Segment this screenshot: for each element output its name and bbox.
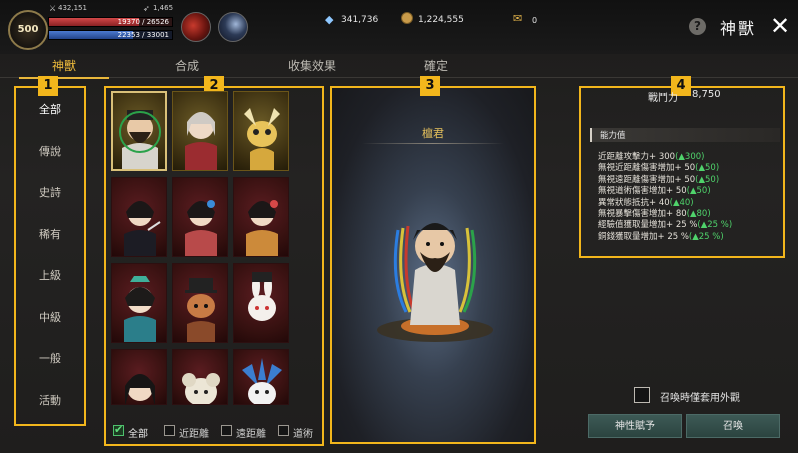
- stat-line: 無視遠距離傷害增加+ 50(▲50): [598, 174, 720, 185]
- annotation-label-1: 1: [38, 76, 58, 96]
- hp-text: 19370 / 26526: [117, 18, 169, 26]
- beast-card[interactable]: [172, 177, 228, 257]
- category-normal[interactable]: 一般: [18, 350, 82, 366]
- category-advanced[interactable]: 上級: [18, 267, 82, 283]
- category-all[interactable]: 全部: [18, 101, 82, 117]
- coin-icon: [401, 12, 413, 24]
- tab-bar: 神獸 合成 收集效果 確定: [0, 54, 798, 79]
- beast-card[interactable]: [233, 263, 289, 343]
- stats-list: 近距離攻擊力+ 300(▲300) 無視近距離傷害增加+ 50(▲50) 無視遠…: [598, 152, 778, 243]
- sword-icon: ⚔: [49, 4, 57, 13]
- beast-figure: [377, 223, 493, 342]
- diamond-icon: ◆: [325, 13, 334, 26]
- annotation-box-1: [14, 86, 86, 426]
- combat-power-label: 戰鬥力: [648, 93, 678, 104]
- filter-all-checkbox[interactable]: ✔: [113, 423, 124, 436]
- beast-name: 檀君: [422, 127, 444, 140]
- beast-card[interactable]: [233, 349, 289, 405]
- appearance-only-label: 召喚時僅套用外觀: [660, 393, 740, 404]
- filter-ranged-label: 遠距離: [236, 429, 266, 440]
- category-epic[interactable]: 史詩: [18, 184, 82, 200]
- diamond-value: 341,736: [341, 15, 379, 25]
- tab-beast[interactable]: 神獸: [4, 54, 124, 79]
- arrow-icon: ➶: [143, 4, 150, 13]
- stat-line: 異常狀態抵抗+ 40(▲40): [598, 197, 694, 208]
- beast-card[interactable]: [233, 177, 289, 257]
- stat-line: 無視暴擊傷害增加+ 80(▲80): [598, 209, 711, 220]
- stat-line: 近距離攻擊力+ 300(▲300): [598, 152, 705, 162]
- close-icon[interactable]: ✕: [768, 12, 792, 40]
- filter-all-label: 全部: [128, 429, 148, 440]
- category-rare[interactable]: 稀有: [18, 226, 82, 242]
- skill-icon[interactable]: [218, 12, 248, 42]
- beast-card[interactable]: [111, 91, 167, 171]
- top-bar: 500 ⚔ 432,151 ➶ 1,465 19370 / 26526 2235…: [0, 0, 798, 54]
- appearance-only-checkbox[interactable]: [634, 387, 650, 403]
- ticket-value: 0: [532, 16, 538, 25]
- page-title: 神獸: [720, 19, 757, 38]
- filter-melee-checkbox[interactable]: [164, 425, 175, 436]
- skill-icon[interactable]: [181, 12, 211, 42]
- category-legend[interactable]: 傳說: [18, 143, 82, 159]
- filter-magic-label: 道術: [293, 429, 313, 440]
- beast-name-divider: [362, 143, 504, 144]
- filter-ranged-checkbox[interactable]: [221, 425, 232, 436]
- help-icon[interactable]: ?: [689, 18, 706, 35]
- arrow-count: 1,465: [153, 4, 174, 12]
- tab-collection[interactable]: 收集效果: [252, 54, 372, 78]
- checkmark-icon: ✔: [114, 423, 124, 436]
- beast-card[interactable]: [233, 91, 289, 171]
- level-text: 500: [17, 24, 39, 35]
- beast-card[interactable]: [111, 177, 167, 257]
- tab-confirm[interactable]: 確定: [376, 54, 496, 78]
- filter-melee-label: 近距離: [179, 429, 209, 440]
- tab-synthesis[interactable]: 合成: [127, 54, 247, 78]
- stats-section-title: 能力值: [600, 131, 626, 141]
- stat-line: 無視道術傷害增加+ 50(▲50): [598, 186, 711, 197]
- summon-button[interactable]: 召喚: [686, 414, 780, 438]
- stat-line: 經驗值獲取量增加+ 25 %(▲25 %): [598, 220, 733, 231]
- beast-card[interactable]: [172, 349, 228, 405]
- stat-line: 無視近距離傷害增加+ 50(▲50): [598, 163, 720, 174]
- grant-divinity-button[interactable]: 神性賦予: [588, 414, 682, 438]
- beast-card[interactable]: [111, 263, 167, 343]
- combat-power-value: 8,750: [692, 89, 721, 100]
- power-value: 432,151: [58, 4, 87, 12]
- stats-section-header: 能力值: [590, 128, 780, 142]
- annotation-label-3: 3: [420, 76, 440, 96]
- category-event[interactable]: 活動: [18, 392, 82, 408]
- ticket-icon: ✉: [513, 12, 523, 25]
- stat-line: 銅錢獲取量增加+ 25 %(▲25 %): [598, 231, 724, 242]
- coin-value: 1,224,555: [418, 15, 464, 25]
- beast-card[interactable]: [172, 91, 228, 171]
- filter-magic-checkbox[interactable]: [278, 425, 289, 436]
- category-intermediate[interactable]: 中級: [18, 309, 82, 325]
- beast-card[interactable]: [172, 263, 228, 343]
- beast-card[interactable]: [111, 349, 167, 405]
- mp-text: 22353 / 33001: [117, 31, 169, 39]
